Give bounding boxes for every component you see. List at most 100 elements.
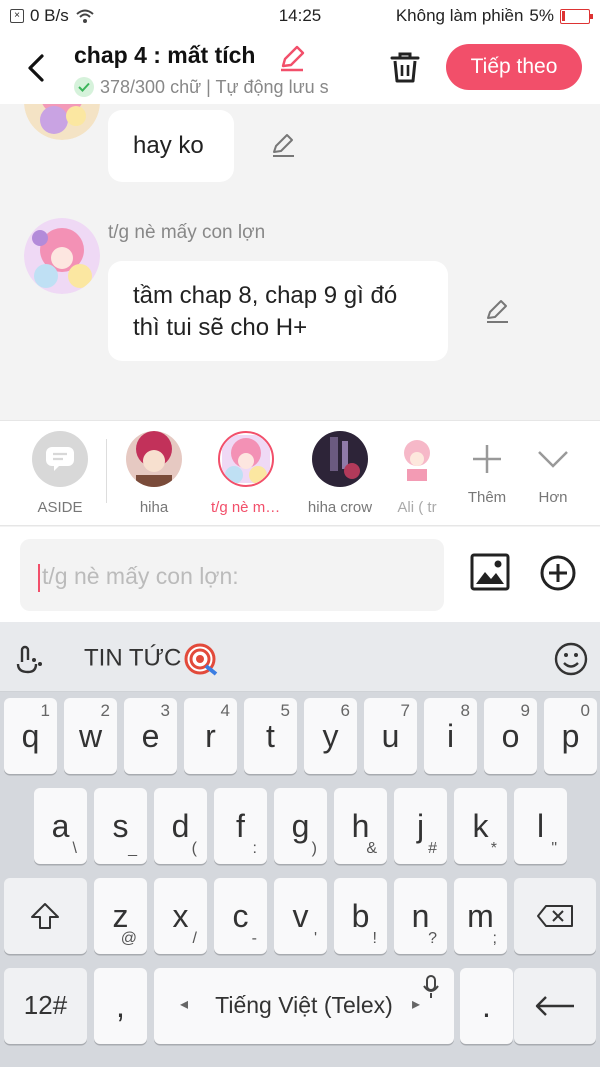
key-label: v [292,898,309,934]
key-n[interactable]: n? [394,878,447,954]
key-u[interactable]: u7 [364,698,417,774]
key-label: q [21,718,40,754]
key-secondary: / [192,930,197,947]
key-m[interactable]: m; [454,878,507,954]
key-l[interactable]: l " [514,788,567,864]
edit-title-icon[interactable] [278,44,306,72]
key-c[interactable]: c- [214,878,267,954]
key-w[interactable]: w2 [64,698,117,774]
save-status: 378/300 chữ | Tự động lưu s [74,76,360,98]
plus-icon [473,445,501,473]
key-x[interactable]: x / [154,878,207,954]
screen: × 0 B/s 14:25 Không làm phiền 5% chap 4 … [0,0,600,1067]
edit-message-icon[interactable] [484,298,510,324]
key-secondary: 8 [460,701,470,720]
character-hiha-crow[interactable]: hiha crow [305,431,375,516]
key-secondary: _ [128,840,137,857]
top-bar: chap 4 : mất tích 378/300 chữ | Tự động … [0,32,600,104]
key-e[interactable]: e3 [124,698,177,774]
key-p[interactable]: p0 [544,698,597,774]
chat-area: hay ko t/g nè mấy con lợn tầm chap 8, ch… [0,104,600,420]
comma-key[interactable]: , [94,968,147,1044]
message-bubble[interactable]: tầm chap 8, chap 9 gì đó thì tui sẽ cho … [108,261,448,361]
more-label: Thêm [467,489,507,506]
key-r[interactable]: r4 [184,698,237,774]
key-secondary: # [428,840,437,857]
next-button[interactable]: Tiếp theo [446,44,582,90]
key-secondary: 7 [400,701,410,720]
back-arrow-icon[interactable] [22,50,52,86]
key-g[interactable]: g) [274,788,327,864]
trash-icon[interactable] [388,50,422,84]
key-s[interactable]: s _ [94,788,147,864]
key-label: f [236,808,245,844]
key-d[interactable]: d( [154,788,207,864]
character-avatar [218,431,274,487]
key-z[interactable]: z @ [94,878,147,954]
space-key[interactable]: ◂ Tiếng Việt (Telex) ▸ [154,968,454,1044]
key-label: c [232,898,249,934]
key-secondary: & [366,840,377,857]
key-secondary: : [252,840,257,857]
key-secondary: 6 [340,701,350,720]
key-a[interactable]: a \ [34,788,87,864]
key-y[interactable]: y6 [304,698,357,774]
chapter-title[interactable]: chap 4 : mất tích [74,42,255,69]
character-avatar [312,431,368,487]
right-arrow-icon: ▸ [411,996,420,1013]
expand-characters-button[interactable]: Hơn [518,431,588,506]
news-button[interactable]: TIN TỨC [84,642,218,676]
character-hiha[interactable]: hiha [119,431,189,516]
add-character-button[interactable]: Thêm [452,431,522,506]
character-label: Ali ( tr [397,499,437,516]
key-label: m [467,898,494,934]
enter-icon [535,996,574,1016]
key-j[interactable]: j # [394,788,447,864]
message-bubble[interactable]: hay ko [108,110,234,182]
key-label: , [116,988,125,1024]
add-circle-icon[interactable] [540,555,576,591]
key-o[interactable]: o9 [484,698,537,774]
edit-message-icon[interactable] [270,132,296,158]
key-t[interactable]: t5 [244,698,297,774]
swype-hand-icon[interactable] [14,642,46,674]
message-text-line: tầm chap 8, chap 9 gì đó [133,282,398,309]
key-label: g [291,808,310,844]
character-label: hiha [139,499,169,516]
message-text-line: thì tui sẽ cho H+ [133,314,308,341]
key-secondary: 2 [100,701,110,720]
target-icon [184,643,218,676]
divider [106,439,107,503]
key-label: h [351,808,370,844]
character-aside[interactable]: ASIDE [25,431,95,516]
key-label: i [446,718,455,754]
character-avatar[interactable] [24,218,100,294]
message-input[interactable]: t/g nè mấy con lợn: [20,539,444,611]
character-ali[interactable]: Ali ( tr [392,431,442,516]
key-label: Tiếng Việt (Telex) [215,992,393,1018]
key-k[interactable]: k * [454,788,507,864]
period-key[interactable]: . [460,968,513,1044]
character-avatar [126,431,182,487]
numbers-key[interactable]: 12# [4,968,87,1044]
key-label: k [472,808,489,844]
backspace-key[interactable] [514,878,596,954]
character-avatar [397,431,437,487]
character-avatar[interactable] [24,104,100,140]
key-v[interactable]: v ' [274,878,327,954]
emoji-icon[interactable] [554,642,588,676]
key-label: e [141,718,160,754]
battery-icon [560,8,593,24]
key-q[interactable]: q1 [4,698,57,774]
image-icon[interactable] [470,553,510,591]
key-f[interactable]: f: [214,788,267,864]
character-tg[interactable]: t/g nè mấ... [211,431,281,516]
shift-key[interactable] [4,878,87,954]
text-cursor [38,563,40,592]
key-h[interactable]: h & [334,788,387,864]
enter-key[interactable] [514,968,596,1044]
chevron-down-icon [538,451,568,468]
key-secondary: " [551,840,557,857]
key-i[interactable]: i8 [424,698,477,774]
key-b[interactable]: b! [334,878,387,954]
